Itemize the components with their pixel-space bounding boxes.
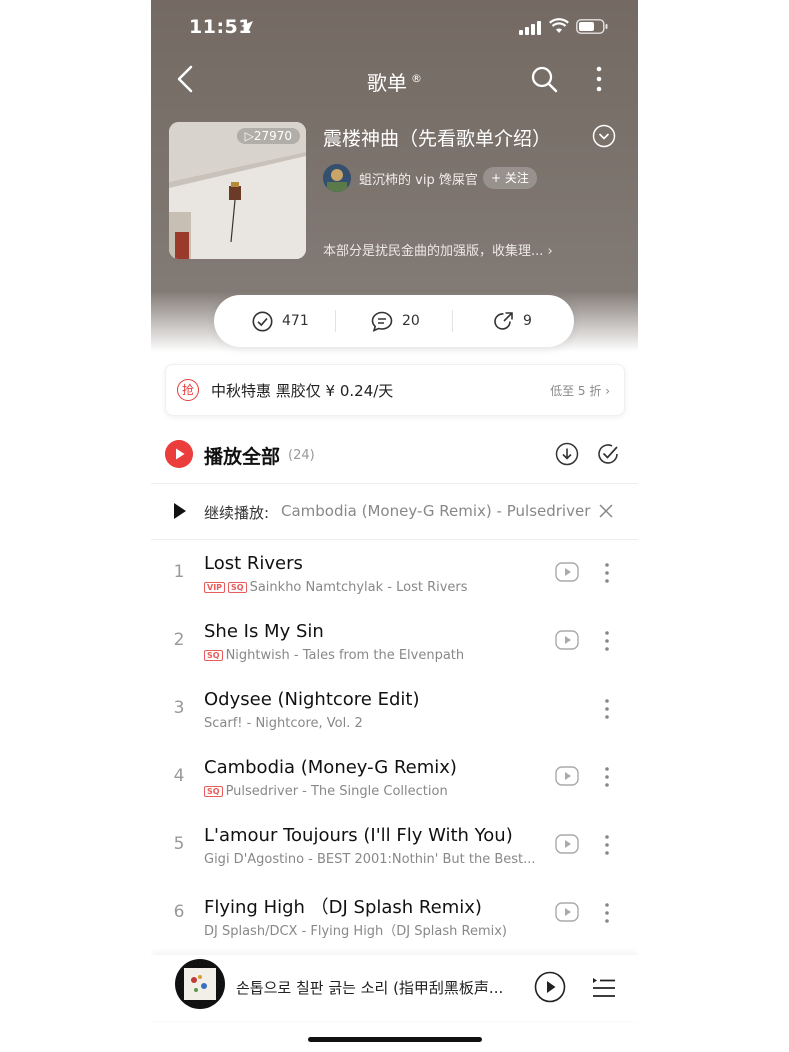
song-row[interactable]: 3 Odysee (Nightcore Edit) Scarf! - Night… — [151, 676, 638, 740]
owner-name[interactable]: 蛆沉柿的 vip 馋屎官 — [359, 169, 478, 188]
cellular-signal-icon — [519, 21, 541, 35]
song-row[interactable]: 2 She Is My Sin SQ Nightwish - Tales from… — [151, 608, 638, 672]
comments-count: 20 — [402, 313, 420, 329]
mv-play-icon[interactable] — [555, 902, 579, 922]
playlist-cover[interactable]: ▷27970 — [169, 122, 306, 259]
share-button[interactable]: 9 — [493, 295, 532, 347]
playlist-description[interactable]: 本部分是扰民金曲的加强版，收集理... › — [323, 240, 553, 259]
song-row[interactable]: 5 L'amour Toujours (I'll Fly With You) G… — [151, 812, 638, 876]
mv-play-icon[interactable] — [555, 562, 579, 582]
song-index: 5 — [173, 834, 185, 854]
share-count: 9 — [523, 313, 532, 329]
song-subtitle: VIP SQ Sainkho Namtchylak - Lost Rivers — [204, 580, 468, 595]
close-icon[interactable] — [597, 502, 615, 520]
collect-count: 471 — [282, 313, 309, 329]
song-index: 6 — [173, 902, 185, 922]
now-playing-title[interactable]: 손톱으로 칠판 긁는 소리 (指甲刮黑板声... — [236, 977, 503, 998]
avatar[interactable] — [323, 164, 351, 192]
promo-discount: 低至 5 折 › — [550, 384, 610, 398]
location-arrow-icon — [241, 21, 253, 33]
play-pause-icon[interactable] — [534, 971, 566, 1003]
comment-icon — [371, 311, 393, 332]
song-subtitle: SQ Pulsedriver - The Single Collection — [204, 784, 448, 799]
share-icon — [494, 311, 513, 330]
mv-play-icon[interactable] — [555, 834, 579, 854]
song-index: 3 — [173, 698, 185, 718]
mv-play-icon[interactable] — [555, 630, 579, 650]
chevron-down-circle-icon[interactable] — [592, 124, 616, 148]
play-all-icon[interactable] — [165, 440, 193, 468]
mv-play-icon[interactable] — [555, 766, 579, 786]
promo-text: 中秋特惠 黑胶仅 ¥ 0.24/天 — [211, 382, 394, 400]
wifi-icon — [549, 18, 569, 33]
song-subtitle: DJ Splash/DCX - Flying High（DJ Splash Re… — [204, 924, 507, 939]
vip-promo-banner[interactable]: 抢 中秋特惠 黑胶仅 ¥ 0.24/天 低至 5 折 › — [165, 364, 625, 416]
song-title: Cambodia (Money-G Remix) — [204, 757, 457, 778]
play-all-label[interactable]: 播放全部 — [204, 442, 280, 469]
navigation-bar: 歌单 ® — [151, 55, 638, 103]
follow-button[interactable]: + 关注 — [483, 167, 537, 189]
song-more-icon[interactable] — [603, 902, 611, 924]
song-more-icon[interactable] — [603, 834, 611, 856]
home-indicator — [308, 1037, 482, 1042]
download-icon[interactable] — [555, 442, 579, 466]
search-icon[interactable] — [529, 64, 559, 94]
song-title: Lost Rivers — [204, 553, 303, 574]
album-art — [184, 968, 216, 1000]
playlist-title: 震楼神曲（先看歌单介绍） — [323, 128, 552, 150]
song-title: She Is My Sin — [204, 621, 324, 642]
song-title: Flying High （DJ Splash Remix) — [204, 897, 482, 918]
song-subtitle: Scarf! - Nightcore, Vol. 2 — [204, 716, 363, 731]
playlist-queue-icon[interactable] — [592, 975, 616, 999]
more-options-icon[interactable] — [587, 64, 611, 94]
song-row[interactable]: 4 Cambodia (Money-G Remix) SQ Pulsedriver… — [151, 744, 638, 808]
now-playing-disc[interactable] — [175, 959, 225, 1009]
play-icon — [174, 503, 186, 519]
quality-badge: VIP — [204, 582, 226, 593]
song-more-icon[interactable] — [603, 698, 611, 720]
playlist-screen: 11:51 歌单 ® ▷27970 震楼神曲（先看歌单介绍） 蛆沉柿的 vip … — [151, 0, 638, 1052]
play-all-row[interactable]: 播放全部 (24) — [151, 434, 638, 482]
check-circle-icon — [252, 311, 273, 331]
song-more-icon[interactable] — [603, 766, 611, 788]
song-index: 1 — [173, 562, 185, 582]
chevron-right-icon: › — [605, 384, 610, 398]
quality-badge: SQ — [228, 582, 247, 593]
collect-button[interactable]: 471 — [252, 295, 309, 347]
status-bar: 11:51 — [151, 14, 638, 42]
song-more-icon[interactable] — [603, 630, 611, 652]
mini-player[interactable]: 손톱으로 칠판 긁는 소리 (指甲刮黑板声... — [151, 955, 638, 1021]
title-mark: ® — [411, 72, 422, 86]
quality-badge: SQ — [204, 786, 223, 797]
continue-label: 继续播放: — [204, 504, 270, 522]
song-title: L'amour Toujours (I'll Fly With You) — [204, 825, 513, 846]
song-count: (24) — [288, 448, 315, 463]
song-index: 4 — [173, 766, 185, 786]
song-row[interactable]: 6 Flying High （DJ Splash Remix) DJ Splas… — [151, 880, 638, 944]
comments-button[interactable]: 20 — [371, 295, 420, 347]
song-more-icon[interactable] — [603, 562, 611, 584]
quality-badge: SQ — [204, 650, 223, 661]
play-count: ▷27970 — [236, 128, 300, 144]
song-index: 2 — [173, 630, 185, 650]
promo-badge-icon: 抢 — [177, 379, 199, 401]
continue-song: Cambodia (Money-G Remix) - Pulsedriver — [281, 502, 591, 520]
song-title: Odysee (Nightcore Edit) — [204, 689, 420, 710]
stats-bar: 471 20 9 — [214, 295, 574, 347]
song-subtitle: SQ Nightwish - Tales from the Elvenpath — [204, 648, 464, 663]
song-subtitle: Gigi D'Agostino - BEST 2001:Nothin' But … — [204, 852, 536, 867]
song-row[interactable]: 1 Lost Rivers VIP SQ Sainkho Namtchylak - … — [151, 540, 638, 604]
page-title: 歌单 ® — [367, 71, 422, 95]
chevron-right-icon: › — [547, 244, 553, 259]
battery-icon — [576, 19, 608, 34]
continue-play-row[interactable]: 继续播放: Cambodia (Money-G Remix) - Pulsedr… — [151, 490, 638, 534]
multi-select-icon[interactable] — [596, 442, 620, 466]
